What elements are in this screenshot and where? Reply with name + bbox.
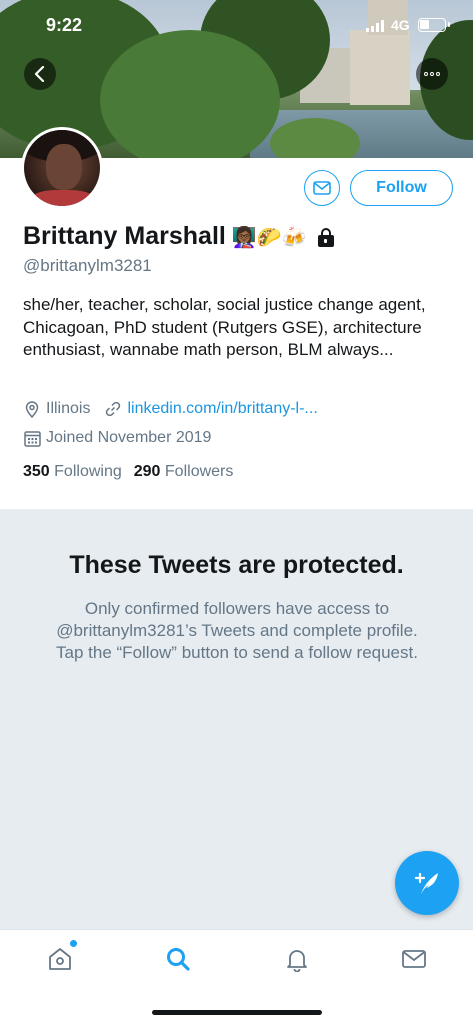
profile-meta-location: Illinois linkedin.com/in/brittany-l-... bbox=[23, 400, 318, 418]
profile-name: Brittany Marshall bbox=[23, 222, 226, 250]
following-count-link[interactable]: 350 Following bbox=[23, 463, 122, 481]
compose-tweet-icon bbox=[414, 872, 438, 894]
protected-message: Only confirmed followers have access to … bbox=[56, 599, 418, 662]
home-indicator bbox=[152, 1010, 322, 1015]
network-type: 4G bbox=[391, 17, 410, 33]
tab-notifications[interactable] bbox=[282, 944, 312, 974]
envelope-icon bbox=[402, 950, 426, 968]
name-emojis: 👩🏾‍🏫🌮🍻 bbox=[231, 224, 307, 249]
search-icon bbox=[167, 948, 190, 971]
tab-home[interactable] bbox=[45, 940, 77, 974]
followers-count-link[interactable]: 290 Followers bbox=[134, 463, 234, 481]
lock-icon bbox=[317, 227, 335, 247]
profile-bio: she/her, teacher, scholar, social justic… bbox=[23, 295, 426, 359]
tab-search[interactable] bbox=[163, 944, 193, 974]
joined-text: Joined November 2019 bbox=[46, 429, 212, 446]
mail-icon bbox=[313, 181, 331, 195]
profile-handle: @brittanylm3281 bbox=[23, 256, 152, 275]
more-options-button[interactable] bbox=[416, 58, 448, 90]
status-time: 9:22 bbox=[46, 15, 83, 35]
home-icon bbox=[49, 948, 71, 970]
profile-name-row: Brittany Marshall 👩🏾‍🏫🌮🍻 bbox=[23, 222, 335, 251]
message-button[interactable] bbox=[304, 170, 340, 206]
location-pin-icon bbox=[23, 400, 41, 418]
cell-signal-icon bbox=[366, 20, 384, 32]
tab-messages[interactable] bbox=[399, 944, 429, 974]
compose-tweet-button[interactable] bbox=[395, 851, 459, 915]
back-arrow-icon bbox=[34, 66, 45, 82]
bottom-tab-bar bbox=[0, 929, 473, 1024]
back-button[interactable] bbox=[24, 58, 56, 90]
website-link[interactable]: linkedin.com/in/brittany-l-... bbox=[127, 400, 317, 418]
bell-icon bbox=[287, 950, 307, 972]
link-icon bbox=[104, 400, 122, 418]
calendar-icon bbox=[23, 429, 41, 447]
home-notification-dot bbox=[70, 940, 77, 947]
avatar[interactable] bbox=[21, 127, 103, 209]
battery-icon bbox=[418, 18, 450, 32]
status-bar: 9:22 4G bbox=[0, 0, 473, 50]
location-text: Illinois bbox=[46, 400, 91, 417]
avatar-photo bbox=[24, 130, 100, 206]
profile-meta-joined: Joined November 2019 bbox=[23, 429, 211, 447]
protected-title: These Tweets are protected. bbox=[69, 551, 404, 579]
more-icon bbox=[424, 72, 440, 76]
follow-counts: 350 Following 290 Followers bbox=[23, 463, 233, 481]
follow-button[interactable]: Follow bbox=[350, 170, 453, 206]
